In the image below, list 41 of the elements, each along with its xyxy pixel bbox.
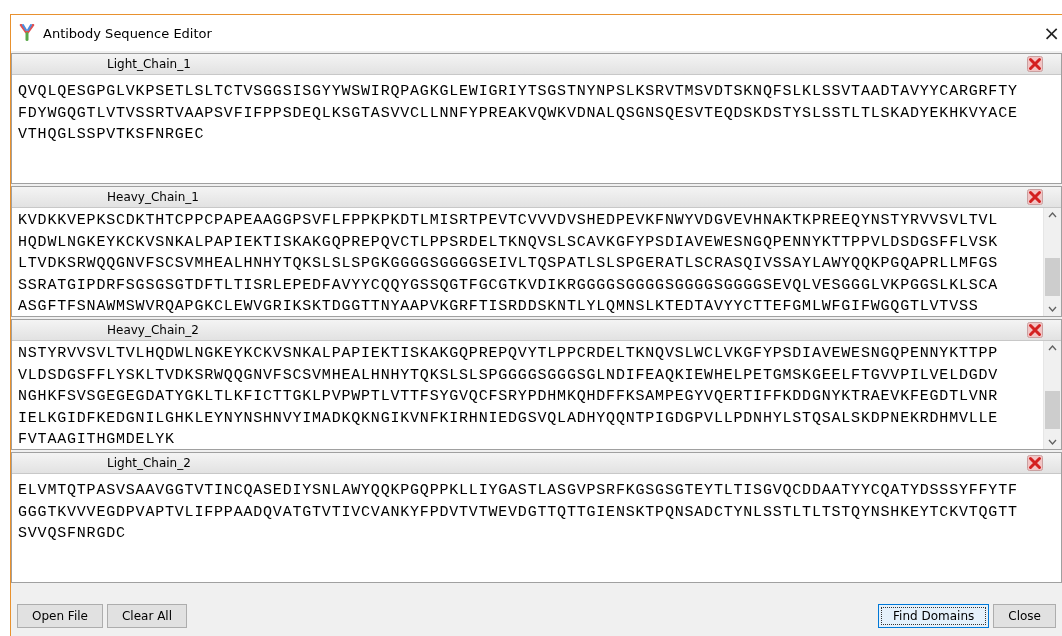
delete-icon[interactable] — [1027, 56, 1043, 72]
scroll-up-icon[interactable] — [1048, 345, 1057, 351]
close-button[interactable]: × — [1043, 23, 1060, 43]
sequence-line: LTVDKSRWQQGNVFSCSVMHEALHNHYTQKSLSLSPGKGGGGSGGGGSEIVLTQSPATLSLSPGERATLSCRASQIVSSAYLAWYQQKPGQAPRLLMFGS — [18, 254, 1000, 274]
antibody-logo-icon — [19, 24, 35, 42]
sequence-line: GGGTKVVVEGDPVAPTVLIFPPAADQVATGTVTIVCVANKYFPDVTVTWEVDGTTQTTGIENSKTPQNSADCTYNLSSTLTLTSTQYNSHKEYTCKVTQGTT — [18, 502, 1019, 523]
sequence-line: SVVQSFNRGDC — [18, 524, 127, 544]
sequence-line: VTHQGLSSPVTKSFNRGEC — [18, 125, 206, 145]
footer-button[interactable]: Open File — [17, 604, 103, 628]
sequence-line: HQDWLNGKEYKCKVSNKALPAPIEKTISKAKGQPREPQVCTLPPSRDELTKNQVSLSCAVKGFYPSDIAVEWESNGQPENNYKTTPPVLDSDGSFFLVSK — [18, 232, 1000, 253]
sequence-line: NGHKFSVSGEGEGDATYGKLTLKFICTTGKLPVPWPTLVTTFSYGVQCFSRYPDHMKQHDFFKSAMPEGYVQERTIFFKDDGNYKTRAEVKFEGDTLVNR — [18, 387, 1000, 407]
delete-icon[interactable] — [1027, 322, 1043, 338]
footer-button[interactable]: Find Domains — [878, 604, 990, 628]
delete-icon[interactable] — [1027, 455, 1043, 471]
sequence-line: KVDKKVEPKSCDKTHTCPPCPAPEAAGGPSVFLFPPKPKDTLMISRTPEVTCVVVDVSHEDPEVKFNWYVDGVEVHNAKTKPREEQYNSTYRVVSVLTVL — [18, 211, 1000, 231]
chain-name: Heavy_Chain_2 — [107, 323, 200, 337]
scrollbar[interactable] — [1043, 341, 1061, 449]
sequence-line: FDYWGQGTLVTVSSRTVAAPSVFIFPPSDEQLKSGTASVVCLLNNFYPREAKVQWKVDNALQSGNSQESVTEQDSKDSTYSLSSTLTLSKADYEKHKVYACE — [18, 103, 1019, 124]
chain-name: Heavy_Chain_1 — [107, 190, 200, 204]
sequence-line: VLDSDGSFFLYSKLTVDKSRWQQGNVFSCSVMHEALHNHYTQKSLSLSPGGGGSGGGSGLNDIFEAQKIEWHELPETGMSKGEELFTGVVPILVELDGDV — [18, 365, 1000, 386]
window-title: Antibody Sequence Editor — [43, 25, 213, 41]
sequence-field[interactable] — [12, 208, 1061, 316]
sequence-line: QVQLQESGPGLVKPSETLSLTCTVSGGSISGYYWSWIRQPAGKGLEWIGRIYTSGSTNYNPSLKSRVTMSVDTSKNQFSLKLSSVTAADTAVYYCARGRFTY — [18, 82, 1019, 102]
sequence-line: IELKGIDFKEDGNILGHKLEYNYNSHNVYIMADKQKNGIKVNFKIRHNIEDGSVQLADHYQQNTPIGDGPVLLPDNHYLSTQSALSKDPNEKRDHMVLLE — [18, 408, 1000, 429]
sequence-field[interactable] — [12, 474, 1061, 582]
sequence-line: ELVMTQTPASVSAAVGGTVTINCQASEDIYSNLAWYQQKPGQPPKLLIYGASTLASGVPSRFKGSGSGTEYTLTISGVQCDDAATYYCQATYDSSSYFFYTF — [18, 481, 1019, 501]
delete-icon[interactable] — [1027, 189, 1043, 205]
chain-name: Light_Chain_2 — [107, 456, 192, 470]
scroll-down-icon[interactable] — [1048, 306, 1057, 312]
sequence-line: ASGFTFSNAWMSWVRQAPGKCLEWVGRIKSKTDGGTTNYAAPVKGRFTISRDDSKNTLYLQMNSLKTEDTAVYYCTTEFGMLWFGIFWGQGTLVTVSS — [18, 297, 980, 316]
sequence-line: NSTYRVVSVLTVLHQDWLNGKEYKCKVSNKALPAPIEKTISKAKGQPREPQVYTLPPCRDELTKNQVSLWCLVKGFYPSDIAVEWESNGQPENNYKTTPP — [18, 344, 1000, 364]
footer-button[interactable]: Clear All — [106, 604, 188, 628]
sequence-field[interactable] — [12, 341, 1061, 449]
chain-name: Light_Chain_1 — [107, 57, 192, 71]
sequence-line: SSRATGIPDRFSGSGSGTDFTLTISRLEPEDFAVYYCQQYGSSQGTFGCGTKVDIKRGGGGSGGGGSGGGGSGGGGSEVQLVESGGGLVKPGGSLKLSCA — [18, 275, 1000, 296]
sequence-field[interactable] — [12, 75, 1061, 183]
scrollbar[interactable] — [1043, 208, 1061, 316]
scroll-up-icon[interactable] — [1048, 212, 1057, 218]
footer-button[interactable]: Close — [993, 604, 1056, 628]
scroll-down-icon[interactable] — [1048, 439, 1057, 445]
sequence-line: FVTAAGITHGMDELYK — [18, 430, 176, 449]
